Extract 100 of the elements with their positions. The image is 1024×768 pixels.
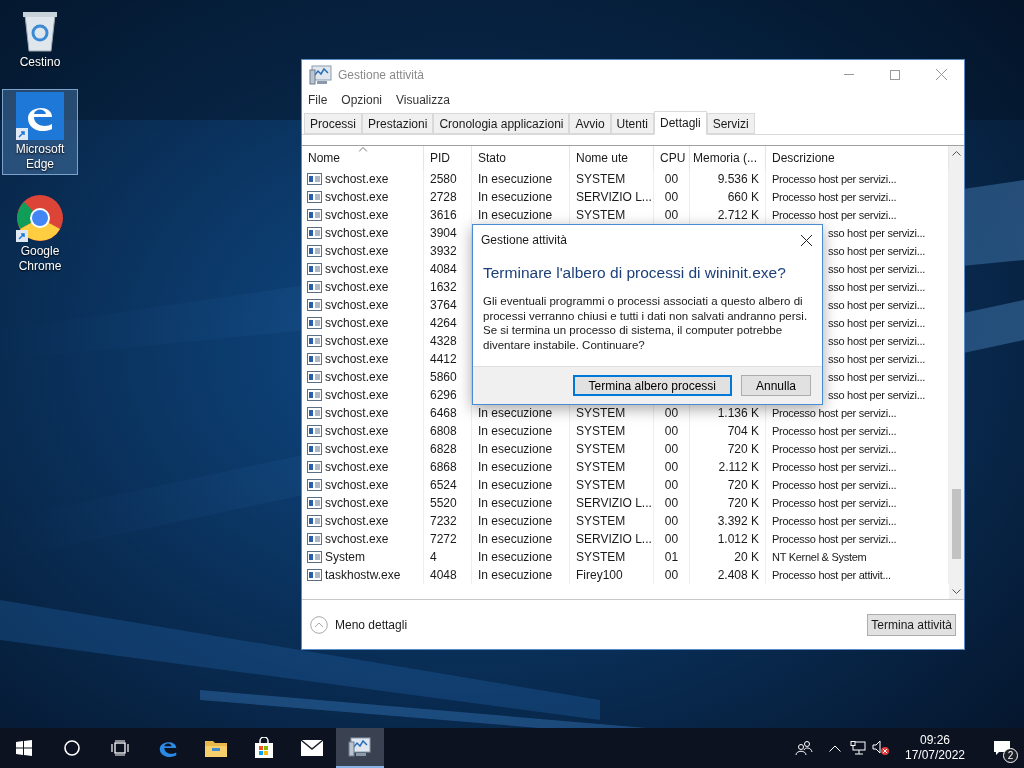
table-cell-text: svchost.exe (325, 243, 389, 260)
table-cell-text: sso host per servizi... (828, 243, 925, 259)
window-app-icon (307, 443, 322, 455)
dialog-button[interactable]: Annulla (740, 375, 811, 396)
minimize-icon (844, 74, 854, 75)
end-task-button[interactable]: Termina attività (867, 613, 956, 636)
window-app-icon (307, 389, 322, 401)
table-cell-text: sso host per servizi... (828, 279, 925, 295)
mail-icon (300, 739, 324, 757)
folder-icon (204, 738, 228, 758)
column-header[interactable]: Nome ute (570, 146, 654, 170)
table-cell-text: In esecuzione (478, 549, 553, 566)
table-cell-text: 00 (664, 477, 679, 494)
table-cell-text: 2.408 K (717, 567, 759, 584)
table-cell-text: 4264 (430, 315, 457, 332)
column-header[interactable]: Stato (472, 146, 570, 170)
desktop-shortcut[interactable]: Cestino (2, 6, 78, 73)
table-cell-text: System (325, 549, 365, 566)
table-cell-text: 6468 (430, 405, 457, 422)
table-cell-text: 7232 (430, 513, 457, 530)
table-cell-text: 720 K (727, 477, 759, 494)
window-app-icon (307, 497, 322, 509)
table-cell-text: 4 (430, 549, 437, 566)
table-cell-text: Processo host per servizi... (772, 495, 897, 511)
table-cell-text: sso host per servizi... (828, 315, 925, 331)
tab[interactable]: Processi (304, 113, 362, 134)
maximize-icon (890, 69, 900, 80)
column-header[interactable]: PID (424, 146, 472, 170)
tab[interactable]: Cronologia applicazioni (433, 113, 570, 134)
table-cell-text: 720 K (727, 495, 759, 512)
menu-item[interactable]: File (308, 91, 328, 109)
window-app-icon (307, 317, 322, 329)
action-center-button[interactable]: 2 (984, 728, 1020, 768)
table-cell-text: 720 K (727, 441, 759, 458)
window-app-icon (307, 173, 322, 185)
table-cell-text: In esecuzione (478, 207, 553, 224)
window-app-icon (307, 335, 322, 347)
table-cell-text: svchost.exe (325, 333, 389, 350)
tab[interactable]: Utenti (610, 113, 654, 134)
table-cell-text: svchost.exe (325, 369, 389, 386)
menu-item[interactable]: Opzioni (341, 91, 383, 109)
less-details-button[interactable]: Meno dettagli (310, 615, 408, 634)
table-cell-text: svchost.exe (325, 513, 389, 530)
scroll-up-icon (952, 151, 961, 156)
table-cell-text: In esecuzione (478, 513, 553, 530)
notification-count: 2 (1003, 748, 1018, 763)
tab[interactable]: Dettagli (653, 111, 707, 135)
window-app-icon (307, 425, 322, 437)
collapse-icon (310, 615, 328, 634)
edge-icon (16, 92, 64, 140)
scrollbar[interactable] (949, 146, 964, 599)
table-cell-text: In esecuzione (478, 189, 553, 206)
table-cell-text: In esecuzione (478, 567, 553, 584)
clock-date[interactable]: 17/07/2022 (904, 748, 966, 763)
table-cell-text: 2728 (430, 189, 457, 206)
table-cell-text: Processo host per servizi... (772, 189, 897, 205)
desktop-shortcut[interactable]: Microsoft Edge (2, 89, 78, 175)
tab[interactable]: Avvio (569, 113, 611, 134)
dialog-button[interactable]: Termina albero processi (572, 375, 732, 396)
window-app-icon (307, 461, 322, 473)
windows-logo-icon (16, 740, 32, 756)
table-cell-text: 3764 (430, 297, 457, 314)
table-cell-text: svchost.exe (325, 387, 389, 404)
table-cell-text: 3616 (430, 207, 457, 224)
sort-caret-icon (358, 147, 367, 152)
table-cell-text: 4084 (430, 261, 457, 278)
table-cell-text: 4048 (430, 567, 457, 584)
table-cell-text: 6524 (430, 477, 457, 494)
table-cell-text: In esecuzione (478, 405, 553, 422)
table-cell-text: sso host per servizi... (828, 369, 925, 385)
clock-time[interactable]: 09:26 (920, 733, 950, 748)
window-app-icon (307, 191, 322, 203)
table-cell-text: 5860 (430, 369, 457, 386)
column-header[interactable]: CPU (654, 146, 690, 170)
table-cell-text: Processo host per servizi... (772, 441, 897, 457)
tab[interactable]: Servizi (706, 113, 755, 134)
table-cell-text: svchost.exe (325, 441, 389, 458)
scrollbar-thumb[interactable] (952, 489, 961, 559)
table-cell-text: Processo host per servizi... (772, 171, 897, 187)
tab[interactable]: Prestazioni (362, 113, 434, 134)
table-cell-text: svchost.exe (325, 459, 389, 476)
window-app-icon (307, 299, 322, 311)
table-cell-text: sso host per servizi... (828, 297, 925, 313)
table-cell-text: Processo host per servizi... (772, 207, 897, 223)
table-cell-text: svchost.exe (325, 207, 389, 224)
recycle-bin-icon (20, 9, 60, 53)
window-app-icon (307, 371, 322, 383)
table-cell-text: 2.712 K (717, 207, 759, 224)
table-cell-text: svchost.exe (325, 477, 389, 494)
desktop-shortcut[interactable]: Google Chrome (2, 191, 78, 277)
table-cell-text: SYSTEM (576, 549, 626, 566)
window-app-icon (307, 281, 322, 293)
table-cell-text: 00 (664, 567, 679, 584)
table-cell-text: taskhostw.exe (325, 567, 401, 584)
menu-item[interactable]: Visualizza (396, 91, 450, 109)
column-header[interactable]: Nome (302, 146, 424, 170)
table-cell-text: 20 K (734, 549, 759, 566)
chrome-icon (16, 194, 64, 242)
column-header[interactable]: Memoria (... (690, 146, 766, 170)
taskbar-app[interactable] (336, 728, 384, 768)
